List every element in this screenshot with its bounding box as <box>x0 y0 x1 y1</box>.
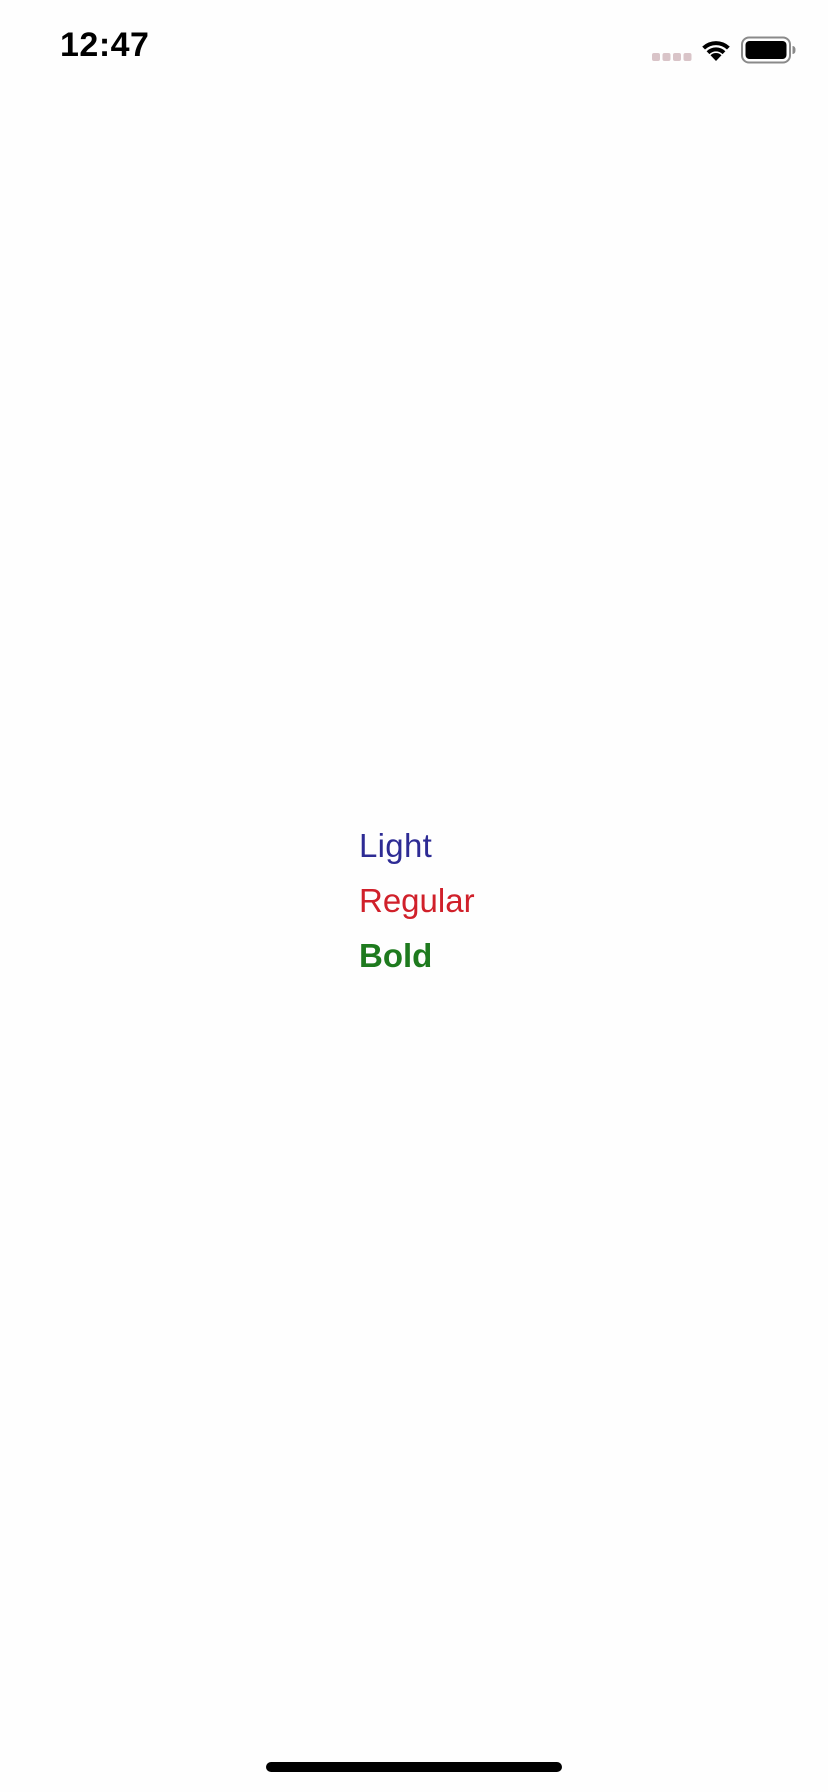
app-screen: 12:47 Light Regular Bold <box>0 0 828 1792</box>
home-indicator[interactable] <box>266 1762 562 1772</box>
light-label: Light <box>359 827 433 864</box>
font-weight-labels: Light Regular Bold <box>359 818 659 983</box>
battery-icon <box>741 36 796 64</box>
signal-dots-icon <box>652 53 692 61</box>
wifi-icon <box>702 41 730 61</box>
status-time: 12:47 <box>60 26 150 64</box>
status-bar: 12:47 <box>0 0 828 100</box>
bold-label: Bold <box>359 937 433 974</box>
regular-label: Regular <box>359 882 475 919</box>
